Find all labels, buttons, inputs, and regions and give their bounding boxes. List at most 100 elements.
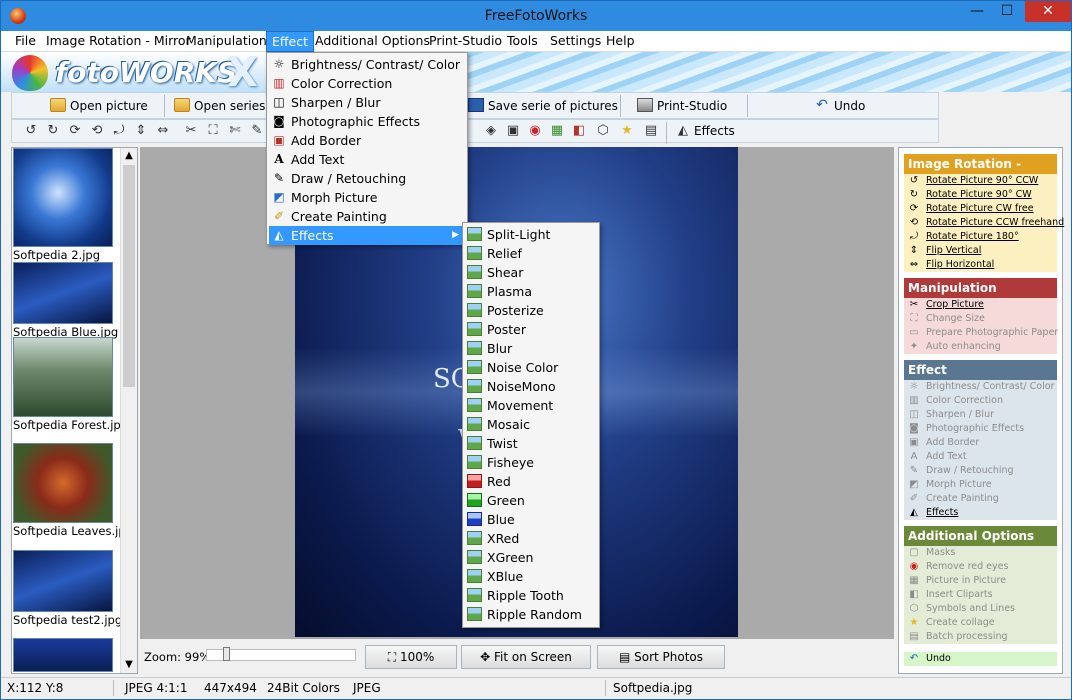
side-item-create-collage[interactable]: ★ Create collage <box>904 616 1057 630</box>
submenu-item-noise-color[interactable]: Noise Color <box>465 358 597 377</box>
submenu-item-noisemono[interactable]: NoiseMono <box>465 377 597 396</box>
scroll-up-arrow-icon[interactable]: ▲ <box>121 148 137 164</box>
side-item-rotate-90-cw[interactable]: ↻ Rotate Picture 90° CW <box>904 188 1057 202</box>
menu-item-create-painting[interactable]: ✐ Create Painting <box>269 207 465 226</box>
section-effect[interactable]: Effect <box>904 360 1057 380</box>
side-item-photographic-effects[interactable]: ◙ Photographic Effects <box>904 422 1057 436</box>
side-item-add-border[interactable]: ▣ Add Border <box>904 436 1057 450</box>
thumbnail-item[interactable]: Softpedia test2.jpg <box>13 550 122 627</box>
scrollbar-thumb[interactable] <box>123 165 135 387</box>
effects-toolbar-label[interactable]: Effects <box>694 124 735 138</box>
side-item-brightness[interactable]: ☼ Brightness/ Contrast/ Color <box>904 380 1057 394</box>
menu-item-sharpen-blur[interactable]: ◫ Sharpen / Blur <box>269 93 465 112</box>
menu-file[interactable]: File <box>10 31 41 52</box>
thumbnail-item[interactable]: Softpedia Forest.jpg <box>13 337 128 432</box>
side-item-symbols-lines[interactable]: ⬡ Symbols and Lines <box>904 602 1057 616</box>
side-item-batch-processing[interactable]: ▤ Batch processing <box>904 630 1057 644</box>
scroll-down-arrow-icon[interactable]: ▼ <box>121 657 137 673</box>
submenu-item-red[interactable]: Red <box>465 472 597 491</box>
menu-item-draw-retouching[interactable]: ✎ Draw / Retouching <box>269 169 465 188</box>
print-studio-button[interactable]: Print-Studio <box>637 96 727 116</box>
crop-icon[interactable]: ✂ <box>182 123 200 139</box>
flip-horizontal-icon[interactable]: ⇔ <box>154 123 172 139</box>
rotate-freehand-icon[interactable]: ⟲ <box>88 123 106 139</box>
menu-print-studio[interactable]: Print-Studio <box>424 31 507 52</box>
side-item-color-correction[interactable]: ▥ Color Correction <box>904 394 1057 408</box>
clipart-icon[interactable]: ◧ <box>570 123 588 139</box>
thumbnail-item[interactable] <box>13 638 113 672</box>
menu-item-morph-picture[interactable]: ◩ Morph Picture <box>269 188 465 207</box>
picture-in-picture-icon[interactable]: ▦ <box>548 123 566 139</box>
side-item-change-size[interactable]: ⛶ Change Size <box>904 312 1057 326</box>
side-item-remove-red-eyes[interactable]: ◉ Remove red eyes <box>904 560 1057 574</box>
effects-tool-icon[interactable]: ◈ <box>482 123 500 139</box>
submenu-item-movement[interactable]: Movement <box>465 396 597 415</box>
submenu-item-xgreen[interactable]: XGreen <box>465 548 597 567</box>
submenu-item-ripple-tooth[interactable]: Ripple Tooth <box>465 586 597 605</box>
submenu-item-xred[interactable]: XRed <box>465 529 597 548</box>
side-item-morph-picture[interactable]: ◩ Morph Picture <box>904 478 1057 492</box>
menu-manipulation[interactable]: Manipulation <box>181 31 272 52</box>
effects-icon[interactable]: ◭ <box>674 123 692 139</box>
rotate-180-icon[interactable]: ⤾ <box>110 123 128 139</box>
side-item-rotate-ccw-freehand[interactable]: ⟲ Rotate Picture CCW freehand <box>904 216 1064 230</box>
open-series-button[interactable]: Open series of <box>174 96 281 116</box>
batch-icon[interactable]: ▤ <box>642 123 660 139</box>
submenu-item-mosaic[interactable]: Mosaic <box>465 415 597 434</box>
rotate-cw-icon[interactable]: ↻ <box>44 123 62 139</box>
section-manipulation[interactable]: Manipulation <box>904 278 1057 298</box>
sort-photos-button[interactable]: ▤ Sort Photos <box>597 645 725 669</box>
side-item-effects[interactable]: ◭ Effects <box>904 506 1057 520</box>
submenu-item-posterize[interactable]: Posterize <box>465 301 597 320</box>
submenu-item-green[interactable]: Green <box>465 491 597 510</box>
star-icon[interactable]: ★ <box>618 123 636 139</box>
side-item-rotate-180[interactable]: ⤾ Rotate Picture 180° <box>904 230 1057 244</box>
side-item-draw-retouching[interactable]: ✎ Draw / Retouching <box>904 464 1057 478</box>
side-item-add-text[interactable]: A Add Text <box>904 450 1057 464</box>
submenu-item-fisheye[interactable]: Fisheye <box>465 453 597 472</box>
side-item-crop-picture[interactable]: ✂ Crop Picture <box>904 298 1057 312</box>
menu-image-rotation[interactable]: Image Rotation - Mirror <box>41 31 196 52</box>
menu-settings[interactable]: Settings <box>545 31 606 52</box>
close-button[interactable]: ✕ <box>1025 1 1071 22</box>
thumbnail-item[interactable]: Softpedia Leaves.jpg <box>13 443 133 538</box>
menu-help[interactable]: Help <box>601 31 640 52</box>
side-item-sharpen-blur[interactable]: ◫ Sharpen / Blur <box>904 408 1057 422</box>
submenu-item-blue[interactable]: Blue <box>465 510 597 529</box>
menu-additional-options[interactable]: Additional Options <box>310 31 435 52</box>
menu-item-add-text[interactable]: A Add Text <box>269 150 465 169</box>
side-item-insert-cliparts[interactable]: ◧ Insert Cliparts <box>904 588 1057 602</box>
side-item-masks[interactable]: ▢ Masks <box>904 546 1057 560</box>
rotate-free-icon[interactable]: ⟳ <box>66 123 84 139</box>
submenu-item-ripple-random[interactable]: Ripple Random <box>465 605 597 624</box>
fit-on-screen-button[interactable]: ✥ Fit on Screen <box>461 645 591 669</box>
save-serie-button[interactable]: Save serie of pictures <box>468 96 618 116</box>
zoom-slider-handle[interactable] <box>223 647 230 661</box>
submenu-item-blur[interactable]: Blur <box>465 339 597 358</box>
submenu-item-xblue[interactable]: XBlue <box>465 567 597 586</box>
menu-item-photographic-effects[interactable]: ◙ Photographic Effects <box>269 112 465 131</box>
thumbnail-item[interactable]: Softpedia Blue.jpg <box>13 262 118 339</box>
maximize-button[interactable]: ☐ <box>993 1 1021 22</box>
thumbnail-item[interactable]: Softpedia 2.jpg <box>13 148 113 262</box>
side-item-rotate-cw-free[interactable]: ⟳ Rotate Picture CW free <box>904 202 1057 216</box>
side-item-flip-horizontal[interactable]: ⇔ Flip Horizontal <box>904 258 1057 272</box>
submenu-item-relief[interactable]: Relief <box>465 244 597 263</box>
menu-effect[interactable]: Effect <box>266 31 314 52</box>
side-item-undo[interactable]: ↶ Undo <box>904 652 1057 666</box>
side-item-prepare-paper[interactable]: ▭ Prepare Photographic Paper <box>904 326 1058 340</box>
title-bar[interactable]: FreeFotoWorks — ☐ ✕ <box>1 1 1071 31</box>
red-eye-icon[interactable]: ◉ <box>526 123 544 139</box>
submenu-item-plasma[interactable]: Plasma <box>465 282 597 301</box>
section-image-rotation[interactable]: Image Rotation - Mirror <box>904 154 1057 191</box>
submenu-item-poster[interactable]: Poster <box>465 320 597 339</box>
undo-button[interactable]: ↶ Undo <box>814 96 865 116</box>
open-picture-button[interactable]: Open picture <box>50 96 148 116</box>
menu-item-brightness[interactable]: ☼ Brightness/ Contrast/ Color <box>269 55 465 74</box>
thumbnail-scrollbar[interactable]: ▲ ▼ <box>120 148 137 673</box>
pencil-icon[interactable]: ✎ <box>248 123 266 139</box>
zoom-100-button[interactable]: ⛶ 100% <box>365 645 457 669</box>
minimize-button[interactable]: — <box>963 1 991 22</box>
side-item-picture-in-picture[interactable]: ▦ Picture in Picture <box>904 574 1057 588</box>
submenu-item-shear[interactable]: Shear <box>465 263 597 282</box>
